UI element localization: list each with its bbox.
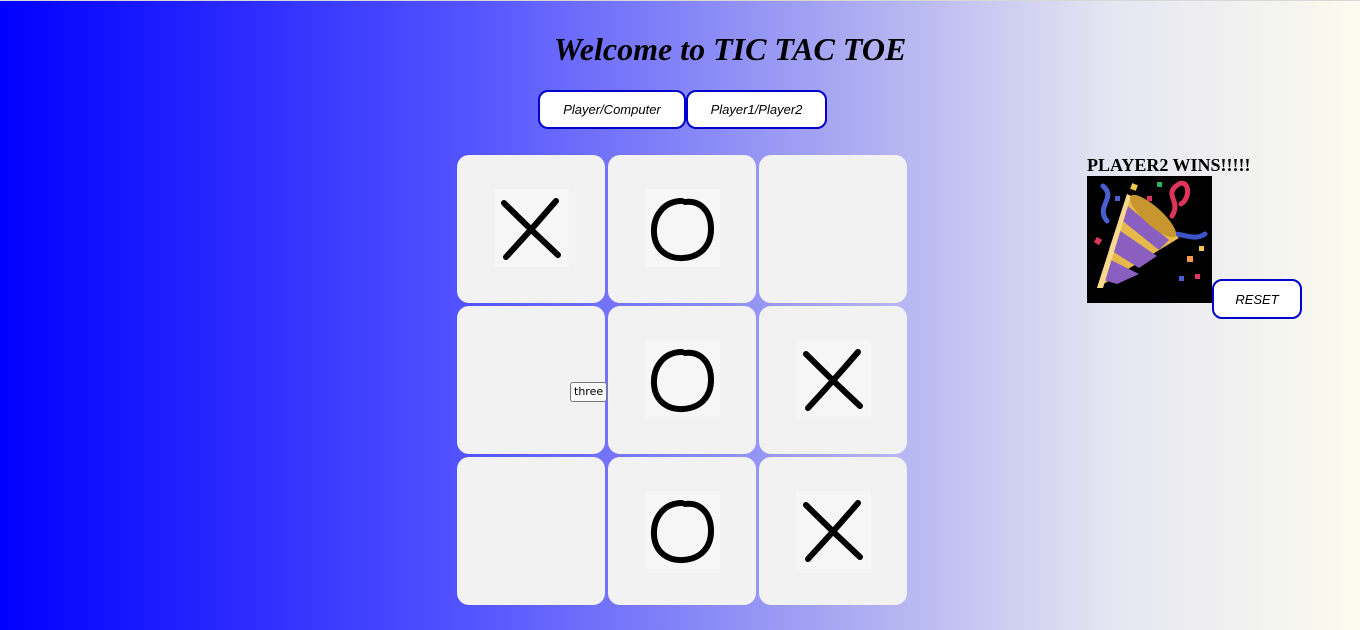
page-title: Welcome to TIC TAC TOE — [553, 31, 907, 67]
board-cell-9[interactable] — [759, 457, 907, 605]
x-mark-icon — [796, 340, 871, 418]
x-mark-icon — [796, 491, 871, 569]
x-mark-icon — [494, 189, 569, 267]
board-cell-3[interactable] — [759, 155, 907, 303]
reset-button[interactable]: RESET — [1212, 279, 1302, 319]
player-computer-button[interactable]: Player/Computer — [538, 90, 686, 129]
game-board — [457, 155, 907, 605]
board-cell-2[interactable] — [608, 155, 756, 303]
o-mark-icon — [645, 189, 720, 267]
cell-tooltip: three — [570, 382, 608, 402]
board-cell-8[interactable] — [608, 457, 756, 605]
party-popper-icon — [1087, 176, 1212, 303]
o-mark-icon — [645, 340, 720, 418]
winner-message: PLAYER2 WINS!!!!! — [1087, 155, 1251, 175]
player1-player2-button[interactable]: Player1/Player2 — [686, 90, 827, 129]
board-cell-1[interactable] — [457, 155, 605, 303]
o-mark-icon — [645, 491, 720, 569]
board-cell-5[interactable] — [608, 306, 756, 454]
board-cell-4[interactable] — [457, 306, 605, 454]
board-cell-7[interactable] — [457, 457, 605, 605]
board-cell-6[interactable] — [759, 306, 907, 454]
